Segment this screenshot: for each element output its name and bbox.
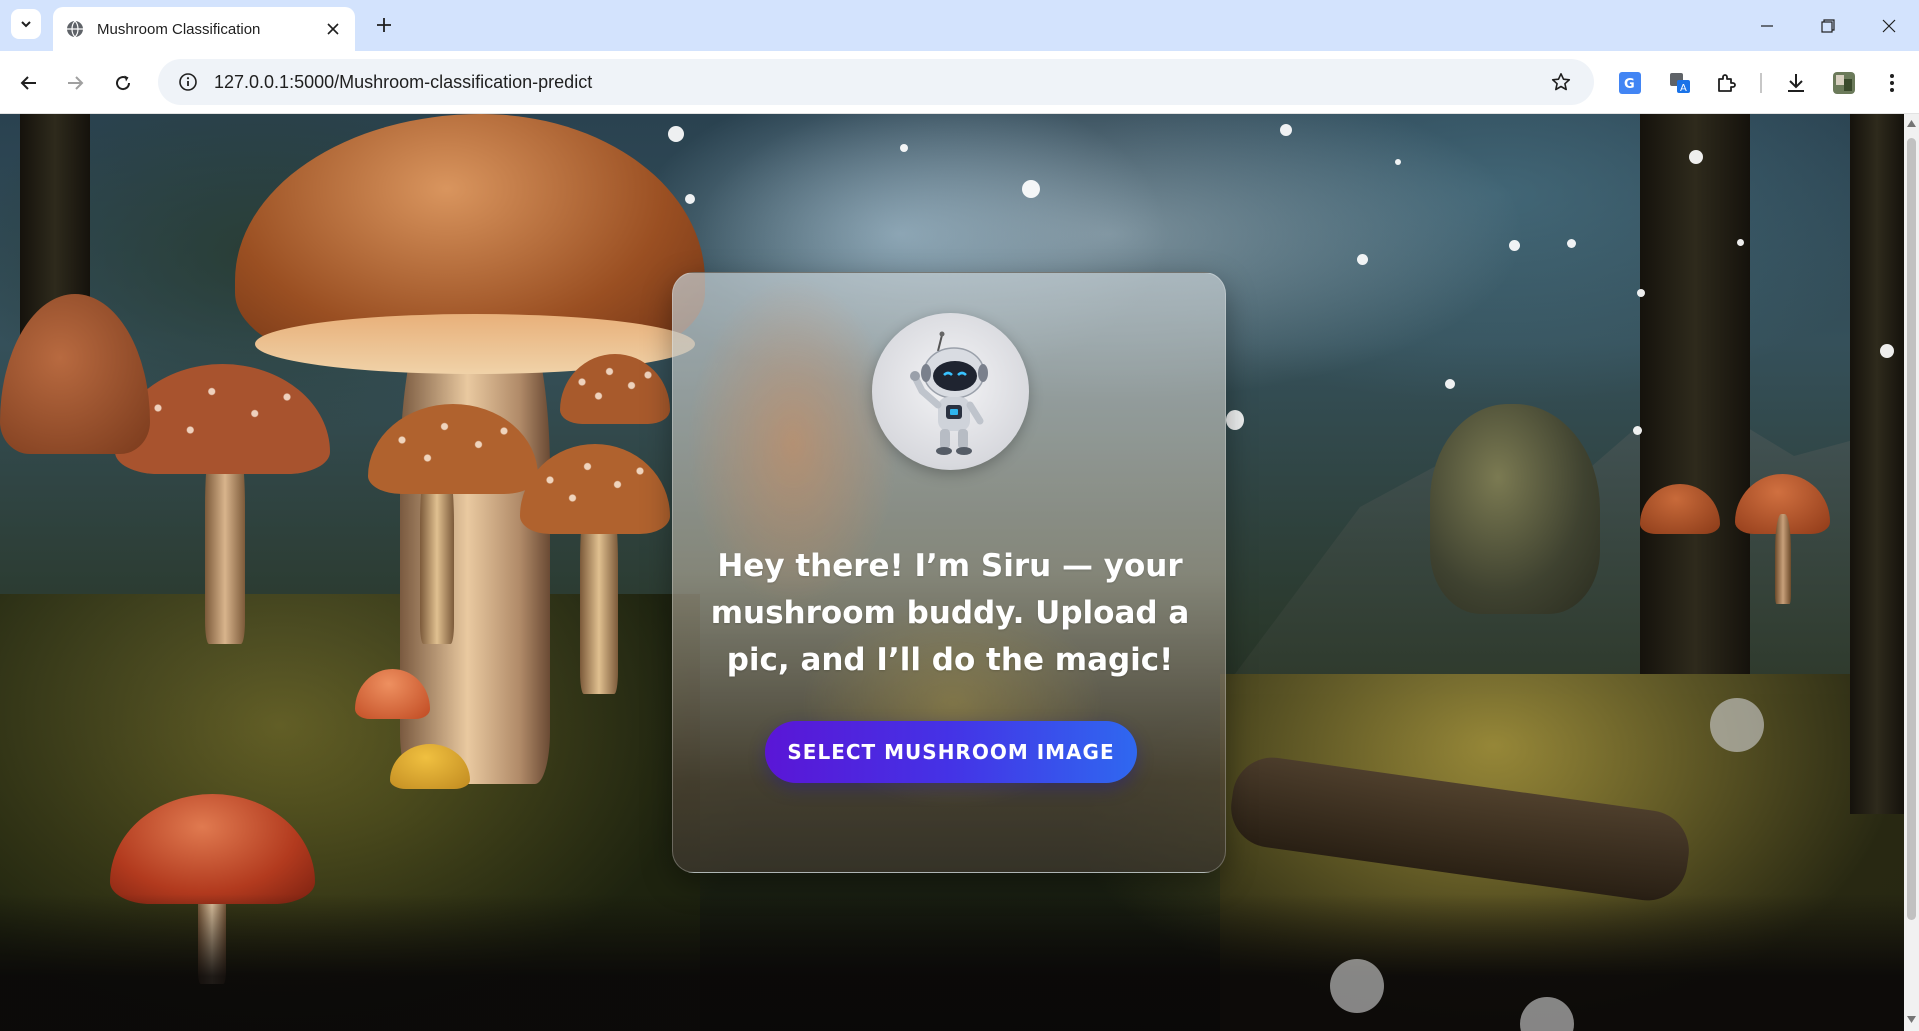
new-tab-button[interactable] (370, 11, 398, 39)
svg-text:A: A (1680, 83, 1687, 94)
forward-button[interactable] (58, 66, 92, 100)
robot-icon (910, 331, 988, 455)
restore-icon (1820, 18, 1835, 33)
minimize-icon (1760, 24, 1773, 27)
extensions-puzzle-icon[interactable] (1708, 65, 1744, 101)
toolbar-divider (1760, 73, 1762, 93)
address-bar[interactable]: 127.0.0.1:5000/Mushroom-classification-p… (158, 59, 1594, 105)
welcome-message: Hey there! I’m Siru — your mushroom budd… (710, 548, 1190, 678)
minimize-button[interactable] (1736, 0, 1797, 51)
plus-icon (377, 18, 391, 32)
robot-avatar (872, 313, 1029, 470)
tab-search-button[interactable] (11, 9, 41, 39)
tab-strip: Mushroom Classification (0, 0, 1919, 51)
svg-text:G: G (1624, 77, 1635, 92)
reload-button[interactable] (106, 66, 140, 100)
arrow-right-icon (68, 76, 84, 90)
globe-icon (65, 19, 85, 39)
scroll-up-arrow-icon[interactable] (1907, 118, 1916, 128)
download-icon[interactable] (1778, 65, 1814, 101)
page-viewport: Hey there! I’m Siru — your mushroom budd… (0, 114, 1904, 1031)
page-scrollbar[interactable] (1904, 114, 1919, 1031)
upload-card: Hey there! I’m Siru — your mushroom budd… (672, 272, 1226, 873)
scroll-down-arrow-icon[interactable] (1907, 1014, 1916, 1024)
close-window-button[interactable] (1858, 0, 1919, 51)
active-tab[interactable]: Mushroom Classification (53, 7, 355, 51)
scroll-thumb[interactable] (1907, 138, 1916, 920)
url-text[interactable]: 127.0.0.1:5000/Mushroom-classification-p… (214, 72, 1538, 93)
menu-kebab-icon[interactable] (1874, 65, 1910, 101)
browser-toolbar: 127.0.0.1:5000/Mushroom-classification-p… (0, 51, 1919, 114)
select-mushroom-image-button[interactable]: SELECT MUSHROOM IMAGE (765, 721, 1137, 783)
restore-button[interactable] (1797, 0, 1858, 51)
back-button[interactable] (12, 66, 46, 100)
chevron-down-icon (21, 21, 31, 28)
profile-avatar[interactable] (1826, 65, 1862, 101)
close-icon (1882, 19, 1895, 32)
google-translate-extension-icon[interactable]: G (1612, 65, 1648, 101)
translate-icon[interactable]: A (1662, 65, 1698, 101)
reload-icon (116, 75, 131, 91)
tab-title: Mushroom Classification (97, 20, 261, 38)
bookmark-star-icon[interactable] (1538, 59, 1584, 105)
window-controls (1736, 0, 1919, 51)
site-info-icon[interactable] (166, 59, 210, 105)
arrow-left-icon (20, 76, 36, 90)
close-tab-icon[interactable] (321, 17, 345, 41)
